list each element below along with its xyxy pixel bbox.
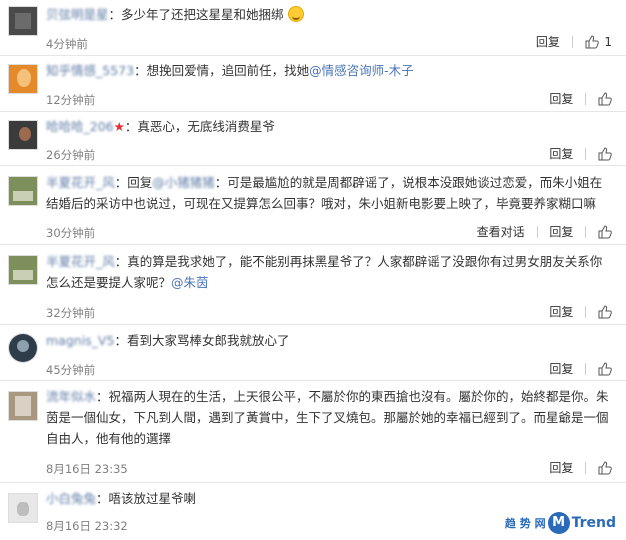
like-button[interactable] — [598, 460, 612, 475]
avatar[interactable] — [8, 493, 38, 523]
username[interactable]: 哈哈哈_206 — [46, 119, 114, 134]
divider — [585, 147, 587, 160]
view-conversation-link[interactable]: 查看对话 — [477, 223, 525, 240]
site-watermark: 趋 势 网 M Trend — [505, 512, 616, 534]
reply-prefix: ：回复 — [114, 175, 153, 190]
divider — [585, 362, 587, 375]
timestamp: 8月16日 23:35 — [46, 462, 128, 476]
vip-star-icon: ★ — [113, 119, 125, 134]
avatar[interactable] — [8, 255, 38, 285]
username[interactable]: 贝弦明是星 — [46, 7, 109, 22]
comment-body: ：多少年了还把这星星和她捆绑 — [108, 7, 284, 22]
comment-body: ：真恶心，无底线消费星爷 — [124, 119, 275, 134]
username[interactable]: 半夏花开_风 — [46, 254, 115, 269]
comment-item: 哈哈哈_206★：真恶心，无底线消费星爷 26分钟前 回复 — [0, 112, 626, 166]
comment-text: 流年似水：祝福两人現在的生活，上天很公平，不屬於你的東西搶也沒有。屬於你的，始終… — [46, 386, 612, 449]
reply-button[interactable]: 回复 — [549, 459, 573, 476]
watermark-logo-icon: M — [547, 512, 570, 534]
reply-button[interactable]: 回复 — [549, 90, 573, 107]
avatar[interactable] — [8, 333, 38, 363]
avatar[interactable] — [8, 64, 38, 94]
like-count: 1 — [604, 34, 612, 49]
like-button[interactable]: 1 — [585, 34, 612, 49]
comment-item: 知乎情感_5573：想挽回爱情，追回前任，找她@情感咨询师-木子 12分钟前 回… — [0, 56, 626, 112]
timestamp: 32分钟前 — [46, 306, 96, 320]
comment-body: ：看到大家骂棒女郎我就放心了 — [114, 333, 290, 348]
username[interactable]: 流年似水 — [46, 389, 96, 404]
thumbs-up-icon — [585, 35, 599, 49]
laughing-emoji-icon — [287, 6, 304, 22]
reply-button[interactable]: 回复 — [549, 223, 573, 240]
timestamp: 12分钟前 — [46, 93, 96, 107]
watermark-prefix: 趋 势 网 — [504, 517, 546, 530]
comment-body: ：唔该放过星爷喇 — [96, 491, 197, 506]
timestamp: 45分钟前 — [46, 363, 96, 377]
avatar[interactable] — [8, 120, 38, 150]
timestamp: 26分钟前 — [46, 148, 96, 162]
comment-text: 哈哈哈_206★：真恶心，无底线消费星爷 — [46, 116, 612, 137]
comment-item: 半夏花开_风：回复@小猪猪猪：可是最尴尬的就是周都辟谣了，说根本没跟她谈过恋爱，… — [0, 166, 626, 245]
comment-text: magnis_V5：看到大家骂棒女郎我就放心了 — [46, 330, 612, 351]
reply-button[interactable]: 回复 — [549, 360, 573, 377]
username[interactable]: 小白兔兔 — [46, 491, 96, 506]
mention-link[interactable]: @朱茵 — [171, 275, 209, 290]
mention-link[interactable]: @情感咨询师-木子 — [309, 63, 414, 78]
comment-actions: 回复 — [541, 90, 612, 107]
reply-button[interactable]: 回复 — [549, 145, 573, 162]
username[interactable]: 半夏花开_风 — [46, 175, 115, 190]
avatar[interactable] — [8, 176, 38, 206]
avatar[interactable] — [8, 6, 38, 36]
divider — [585, 305, 587, 318]
comment-item: 半夏花开_风：真的算是我求她了，能不能别再抹黑星爷了？人家都辟谣了没跟你有过男女… — [0, 245, 626, 325]
like-button[interactable] — [598, 224, 612, 239]
comment-item: 贝弦明是星：多少年了还把这星星和她捆绑 4分钟前 回复 1 — [0, 0, 626, 56]
comment-item: 流年似水：祝福两人現在的生活，上天很公平，不屬於你的東西搶也沒有。屬於你的，始終… — [0, 381, 626, 483]
comment-actions: 回复 — [541, 459, 612, 476]
thumbs-up-icon — [598, 225, 612, 239]
comment-actions: 回复 — [541, 145, 612, 162]
divider — [585, 92, 587, 105]
username[interactable]: magnis_V5 — [46, 333, 114, 348]
like-button[interactable] — [598, 304, 612, 319]
thumbs-up-icon — [598, 147, 612, 161]
divider — [536, 225, 538, 238]
like-button[interactable] — [598, 91, 612, 106]
comment-item: magnis_V5：看到大家骂棒女郎我就放心了 45分钟前 回复 — [0, 325, 626, 381]
avatar[interactable] — [8, 391, 38, 421]
watermark-suffix: Trend — [571, 515, 616, 531]
thumbs-up-icon — [598, 305, 612, 319]
timestamp: 8月16日 23:32 — [46, 519, 128, 533]
divider — [571, 35, 573, 48]
comment-actions: 回复 1 — [528, 33, 612, 50]
comment-text: 知乎情感_5573：想挽回爱情，追回前任，找她@情感咨询师-木子 — [46, 60, 612, 81]
comment-actions: 回复 — [541, 360, 612, 377]
timestamp: 30分钟前 — [46, 226, 96, 240]
divider — [585, 225, 587, 238]
reply-button[interactable]: 回复 — [536, 33, 560, 50]
comment-actions: 查看对话 回复 — [469, 223, 612, 240]
comment-body: ：想挽回爱情，追回前任，找她 — [134, 63, 310, 78]
comment-text: 半夏花开_风：真的算是我求她了，能不能别再抹黑星爷了？人家都辟谣了没跟你有过男女… — [46, 251, 612, 293]
username[interactable]: 知乎情感_5573 — [46, 63, 134, 78]
thumbs-up-icon — [598, 362, 612, 376]
thumbs-up-icon — [598, 92, 612, 106]
comment-text: 半夏花开_风：回复@小猪猪猪：可是最尴尬的就是周都辟谣了，说根本没跟她谈过恋爱，… — [46, 172, 612, 214]
reply-target-link[interactable]: @小猪猪猪 — [152, 175, 215, 190]
timestamp: 4分钟前 — [46, 37, 88, 51]
comment-text: 贝弦明是星：多少年了还把这星星和她捆绑 — [46, 4, 612, 25]
comment-list: 贝弦明是星：多少年了还把这星星和她捆绑 4分钟前 回复 1 知乎情感_5573：… — [0, 0, 626, 540]
divider — [585, 461, 587, 474]
like-button[interactable] — [598, 146, 612, 161]
like-button[interactable] — [598, 361, 612, 376]
comment-body: ：祝福两人現在的生活，上天很公平，不屬於你的東西搶也沒有。屬於你的，始終都是你。… — [46, 389, 609, 446]
comment-text: 小白兔兔：唔该放过星爷喇 — [46, 488, 612, 509]
comment-actions: 回复 — [541, 303, 612, 320]
thumbs-up-icon — [598, 461, 612, 475]
reply-button[interactable]: 回复 — [549, 303, 573, 320]
comment-body: ：真的算是我求她了，能不能别再抹黑星爷了？人家都辟谣了没跟你有过男女朋友关系你怎… — [46, 254, 603, 290]
